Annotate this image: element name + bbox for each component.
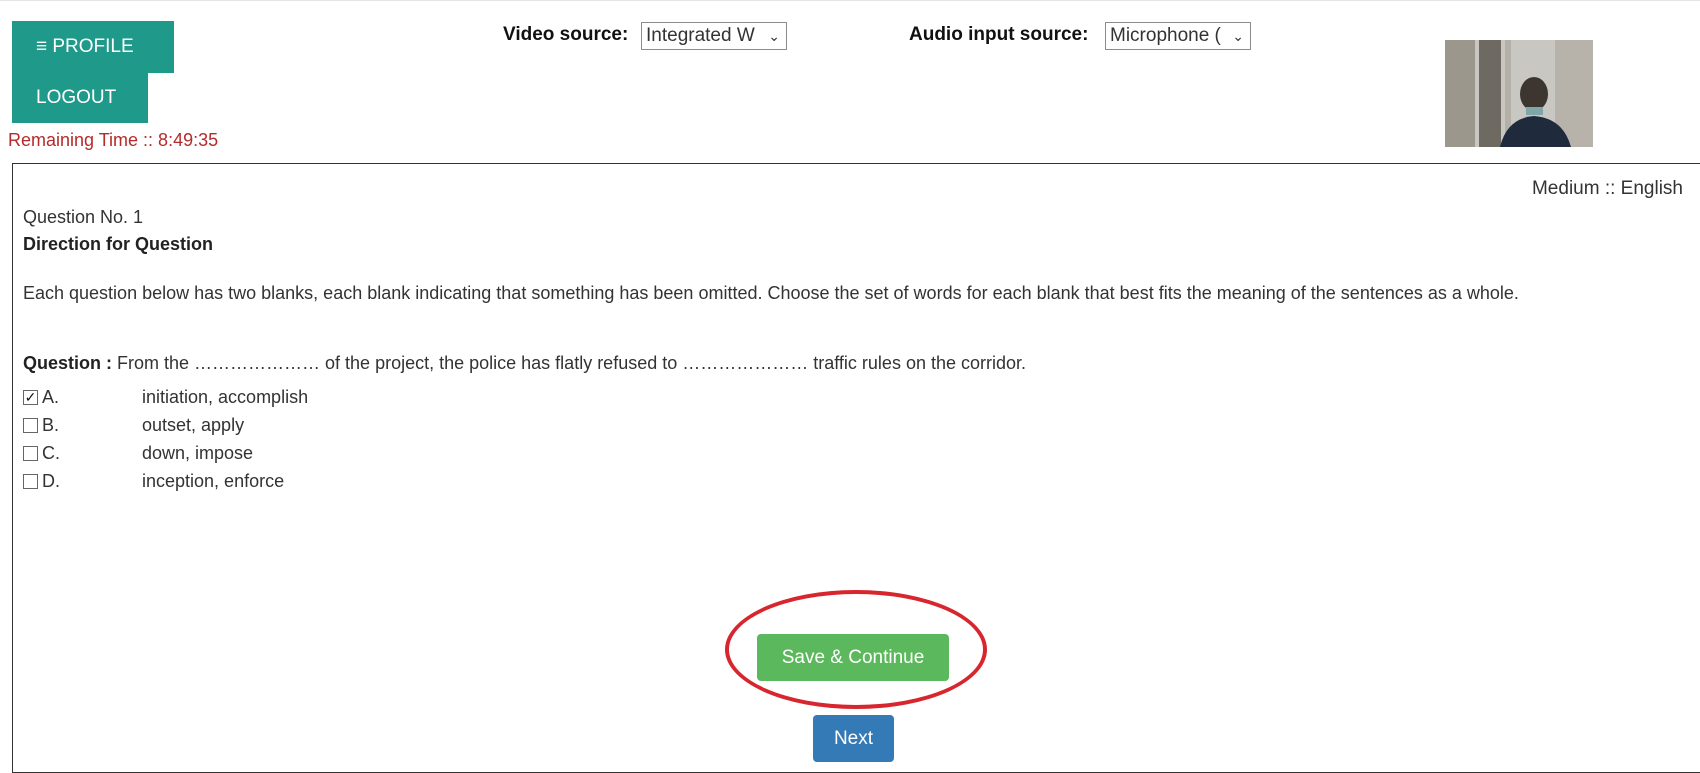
remaining-time: Remaining Time :: 8:49:35 (8, 130, 219, 150)
option-c[interactable]: C. down, impose (23, 440, 253, 466)
audio-source-label: Audio input source: (909, 24, 1089, 45)
checkbox-icon[interactable] (23, 445, 38, 461)
direction-title: Direction for Question (23, 234, 214, 254)
option-b[interactable]: B. outset, apply (23, 412, 244, 438)
video-source-select[interactable]: Integrated W ⌄ (641, 22, 787, 50)
video-source-label: Video source: (503, 24, 629, 45)
option-text: down, impose (142, 442, 254, 463)
question-body: From the ………………… of the project, the pol… (117, 353, 1027, 373)
logout-button[interactable]: LOGOUT (12, 73, 148, 123)
option-a[interactable]: ✓ A. initiation, accomplish (23, 384, 308, 410)
chevron-down-icon: ⌄ (1232, 28, 1244, 44)
audio-source-value: Microphone ( (1110, 25, 1221, 46)
profile-menu-button[interactable]: ≡ PROFILE (12, 21, 174, 73)
question-panel: Medium :: English Question No. 1 Directi… (12, 163, 1700, 773)
question-text: Question : From the ………………… of the proje… (23, 353, 1026, 374)
medium-language: Medium :: English (1531, 178, 1683, 199)
option-letter: A. (42, 386, 60, 407)
video-source-value: Integrated W (646, 25, 755, 46)
option-text: inception, enforce (142, 470, 285, 491)
direction-text: Each question below has two blanks, each… (23, 283, 1519, 303)
option-d[interactable]: D. inception, enforce (23, 468, 284, 494)
checkbox-checked-icon[interactable]: ✓ (23, 389, 38, 405)
webcam-preview (1445, 40, 1593, 147)
checkbox-icon[interactable] (23, 417, 38, 433)
next-button[interactable]: Next (813, 715, 894, 762)
option-text: initiation, accomplish (142, 386, 309, 407)
chevron-down-icon: ⌄ (768, 28, 780, 44)
webcam-image (1445, 40, 1593, 147)
option-letter: C. (42, 442, 60, 463)
audio-source-select[interactable]: Microphone ( ⌄ (1105, 22, 1251, 50)
top-divider (0, 0, 1700, 5)
option-text: outset, apply (142, 414, 245, 435)
checkbox-icon[interactable] (23, 473, 38, 489)
question-number: Question No. 1 (23, 207, 144, 227)
save-continue-button[interactable]: Save & Continue (757, 634, 949, 681)
question-label: Question : (23, 353, 112, 373)
option-letter: B. (42, 414, 60, 435)
option-letter: D. (42, 470, 60, 491)
